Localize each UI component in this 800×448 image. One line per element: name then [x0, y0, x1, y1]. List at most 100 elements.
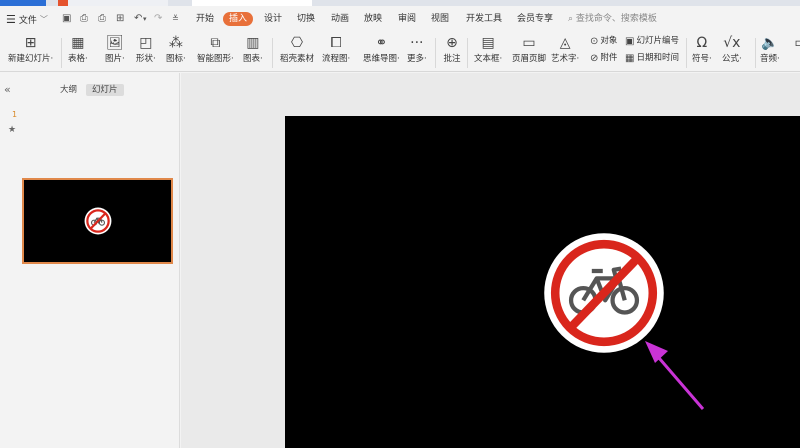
docer-material-button[interactable]: ⎔ 稻壳素材: [280, 34, 314, 65]
textbox-label: 文本框·: [474, 54, 503, 64]
audio-button[interactable]: 🔈 音频·: [760, 34, 780, 65]
date-time-button[interactable]: ▦ 日期和时间: [625, 53, 679, 64]
symbol-label: 符号·: [692, 54, 712, 64]
slide-number-button[interactable]: ▣ 幻灯片编号: [625, 36, 679, 47]
no-bicycle-sign-icon[interactable]: [543, 232, 665, 354]
slide-number-icon: ▣: [625, 36, 635, 47]
more-label: 更多·: [407, 54, 427, 64]
customize-qa-icon[interactable]: ≚: [172, 13, 179, 25]
formula-icon: √x: [723, 35, 741, 51]
header-footer-icon: ▭: [522, 35, 536, 51]
attachment-icon: ⊘: [590, 53, 599, 64]
tab-slides[interactable]: 幻灯片: [86, 84, 124, 96]
tab-outline[interactable]: 大纲: [54, 84, 83, 96]
video-button-partial[interactable]: ▭: [792, 34, 800, 52]
symbol-icon: Ω: [696, 35, 708, 51]
more-button[interactable]: ··· 更多·: [407, 34, 427, 65]
icon-library-label: 图标·: [166, 54, 186, 64]
comment-button[interactable]: ⊕ 批注: [443, 34, 461, 65]
ribbon-divider: [272, 38, 273, 68]
chart-button[interactable]: ▥ 图表·: [243, 34, 263, 65]
audio-label: 音频·: [760, 54, 780, 64]
new-slide-label: 新建幻灯片·: [8, 54, 54, 64]
no-bicycle-thumbnail-icon: [84, 207, 112, 235]
audio-icon: 🔈: [761, 35, 779, 51]
file-menu-label: 文件: [18, 15, 37, 26]
picture-label: 图片·: [105, 54, 125, 64]
new-slide-button[interactable]: ⊞ 新建幻灯片·: [8, 34, 53, 65]
header-footer-button[interactable]: ▭ 页眉页脚: [512, 34, 546, 65]
redo-icon[interactable]: ↷: [154, 13, 162, 25]
tab-review[interactable]: 审阅: [398, 13, 416, 25]
ribbon-divider: [467, 38, 468, 68]
tab-animation[interactable]: 动画: [331, 13, 349, 25]
slides-pane: « 大纲 幻灯片 1 ★: [0, 73, 180, 448]
slide-canvas[interactable]: [285, 116, 800, 448]
comment-icon: ⊕: [446, 35, 458, 51]
smartart-label: 智能图形·: [197, 54, 234, 64]
new-slide-icon: ⊞: [24, 35, 37, 51]
icon-library-icon: ⁂: [168, 35, 183, 51]
export-icon[interactable]: ⎙: [80, 13, 88, 25]
tab-slideshow[interactable]: 放映: [364, 13, 382, 25]
slide-thumbnail[interactable]: [22, 178, 173, 264]
ribbon-divider: [435, 38, 436, 68]
print-preview-icon[interactable]: ⊞: [116, 13, 124, 25]
chart-icon: ▥: [246, 35, 260, 51]
animation-star-icon: ★: [8, 125, 17, 135]
table-icon: ▦: [71, 35, 85, 51]
shape-label: 形状·: [136, 54, 156, 64]
mindmap-button[interactable]: ⚭ 思维导图·: [363, 34, 400, 65]
wordart-button[interactable]: ◬ 艺术字·: [551, 34, 579, 65]
mindmap-label: 思维导图·: [363, 54, 400, 64]
date-time-icon: ▦: [625, 53, 635, 64]
symbol-button[interactable]: Ω 符号·: [692, 34, 712, 65]
docer-material-label: 稻壳素材: [280, 54, 315, 64]
slide-editor: [181, 73, 800, 448]
docer-material-icon: ⎔: [290, 35, 304, 51]
smartart-button[interactable]: ⧉ 智能图形·: [197, 34, 234, 65]
command-search[interactable]: ⌕ 查找命令、搜索模板: [568, 13, 657, 25]
tab-home[interactable]: 开始: [196, 13, 214, 25]
print-icon[interactable]: ⎙: [98, 13, 106, 25]
file-menu[interactable]: ☰ 文件 ﹀: [6, 12, 48, 26]
save-icon[interactable]: ▣: [62, 13, 71, 25]
flowchart-button[interactable]: ⧠ 流程图·: [322, 34, 350, 65]
smartart-icon: ⧉: [210, 35, 221, 51]
formula-button[interactable]: √x 公式·: [722, 34, 742, 65]
table-button[interactable]: ▦ 表格·: [68, 34, 88, 65]
wordart-icon: ◬: [559, 35, 571, 51]
textbox-icon: ▤: [481, 35, 495, 51]
undo-icon[interactable]: ↶: [134, 13, 142, 25]
icon-library-button[interactable]: ⁂ 图标·: [166, 34, 186, 65]
slide-number: 1: [12, 110, 18, 119]
object-icon: ⊙: [590, 36, 599, 47]
ribbon-divider: [686, 38, 687, 68]
object-button[interactable]: ⊙ 对象: [590, 36, 617, 47]
picture-icon: 🖼: [105, 35, 124, 51]
comment-label: 批注: [443, 54, 461, 64]
collapse-pane-icon[interactable]: «: [4, 83, 11, 96]
tab-view[interactable]: 视图: [431, 13, 449, 25]
tab-transition[interactable]: 切换: [297, 13, 315, 25]
more-icon: ···: [410, 35, 424, 51]
table-label: 表格·: [68, 54, 88, 64]
ribbon-divider: [755, 38, 756, 68]
menu-bar: ☰ 文件 ﹀ ▣ ⎙ ⎙ ⊞ ↶ ▾ ↷ ≚ 开始 插入 设计 切换 动画 放映…: [0, 6, 800, 32]
picture-button[interactable]: 🖼 图片·: [105, 34, 125, 65]
header-footer-label: 页眉页脚: [512, 54, 547, 64]
undo-dropdown-icon[interactable]: ▾: [143, 13, 147, 25]
tab-design[interactable]: 设计: [264, 13, 282, 25]
shape-button[interactable]: ◰ 形状·: [136, 34, 156, 65]
object-label: 对象: [600, 36, 618, 46]
textbox-button[interactable]: ▤ 文本框·: [474, 34, 502, 65]
chart-label: 图表·: [243, 54, 263, 64]
ribbon-divider: [61, 38, 62, 68]
hamburger-icon: ☰: [6, 12, 16, 26]
tab-developer[interactable]: 开发工具: [466, 13, 502, 25]
shape-icon: ◰: [139, 35, 153, 51]
attachment-button[interactable]: ⊘ 附件: [590, 53, 617, 64]
search-icon: ⌕: [568, 14, 574, 24]
tab-insert[interactable]: 插入: [223, 12, 254, 26]
tab-member[interactable]: 会员专享: [517, 13, 553, 25]
